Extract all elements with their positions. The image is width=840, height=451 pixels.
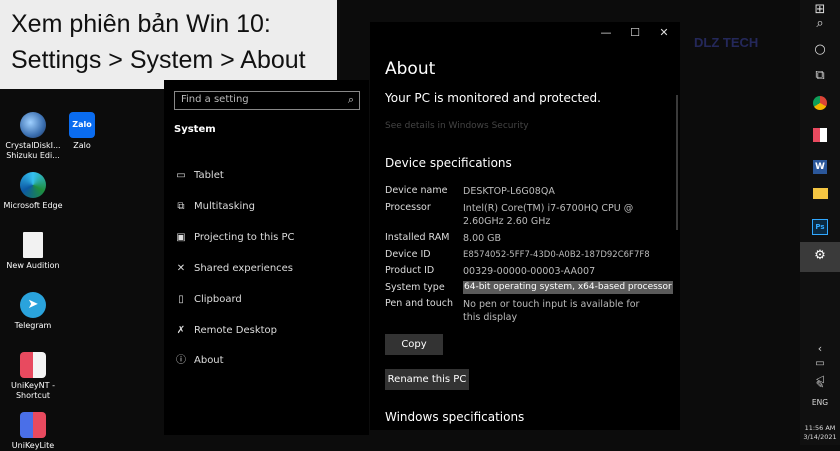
windows-security-link[interactable]: See details in Windows Security xyxy=(385,121,529,131)
caption-line-2: Settings > System > About xyxy=(11,46,306,74)
desktop-icon-unikey-shortcut[interactable]: UniKeyNT - Shortcut xyxy=(2,352,64,401)
desktop-icon-label: New Audition xyxy=(6,261,60,270)
clock-time: 11:56 AM xyxy=(804,424,836,432)
maximize-icon[interactable]: ☐ xyxy=(625,26,645,39)
watermark: DLZ TECH xyxy=(694,35,759,50)
desktop-icon-label: UniKeyNT - Shortcut xyxy=(11,381,55,400)
spec-value: E8574052-5FF7-43D0-A0B2-187D92C6F7F8 xyxy=(463,250,650,260)
spec-label: System type xyxy=(385,282,445,293)
file-explorer-icon[interactable] xyxy=(800,188,840,203)
spec-value: Intel(R) Core(TM) i7-6700HQ CPU @ 2.60GH… xyxy=(463,203,634,227)
close-icon[interactable]: ✕ xyxy=(654,26,674,39)
clock[interactable]: 11:56 AM 3/14/2021 xyxy=(800,424,840,442)
spec-label: Installed RAM xyxy=(385,232,450,243)
spec-label: Device name xyxy=(385,185,448,196)
rename-pc-button[interactable]: Rename this PC xyxy=(385,369,469,390)
nav-item-about[interactable]: ⓘ About xyxy=(174,351,224,371)
windows-start-icon[interactable]: ⊞ xyxy=(800,2,840,17)
page-title: About xyxy=(385,59,436,79)
spec-value: No pen or touch input is available for t… xyxy=(463,299,640,323)
zalo-icon: Zalo xyxy=(69,112,95,138)
pen-icon[interactable]: ✎ xyxy=(800,380,840,391)
unikey-icon xyxy=(20,352,46,378)
remote-icon: ✗ xyxy=(176,325,186,336)
desktop-icon-label: Zalo xyxy=(73,141,91,150)
unikey-taskbar-icon[interactable] xyxy=(800,128,840,146)
crystaldisk-icon xyxy=(20,112,46,138)
desktop-icon-unikeylite[interactable]: UniKeyLite xyxy=(2,412,64,451)
spec-value: 00329-00000-00003-AA007 xyxy=(463,266,596,277)
nav-item-tablet[interactable]: ▭ Tablet xyxy=(174,166,224,186)
desktop-icon-label: Microsoft Edge xyxy=(3,201,63,210)
windows-specs-heading: Windows specifications xyxy=(385,410,525,424)
search-input[interactable]: Find a setting ⌕ xyxy=(174,91,360,110)
chrome-icon[interactable] xyxy=(800,96,840,114)
nav-item-remote-desktop[interactable]: ✗ Remote Desktop xyxy=(174,321,277,341)
minimize-icon[interactable]: — xyxy=(596,26,616,39)
multitasking-icon: ⧉ xyxy=(177,201,185,212)
desktop-icon-edge[interactable]: Microsoft Edge xyxy=(2,172,64,211)
shared-icon: ✕ xyxy=(176,263,186,274)
desktop-icon-new-audition[interactable]: New Audition xyxy=(2,232,64,271)
chevron-up-icon[interactable]: ‹ xyxy=(800,342,840,355)
desktop-icon-zalo[interactable]: Zalo Zalo xyxy=(51,112,113,151)
document-icon xyxy=(23,232,43,258)
task-view-icon[interactable]: ⧉ xyxy=(800,68,840,83)
protection-status: Your PC is monitored and protected. xyxy=(385,91,601,105)
nav-item-multitasking[interactable]: ⧉ Multitasking xyxy=(174,197,255,217)
scrollbar[interactable] xyxy=(676,95,678,230)
clock-date: 3/14/2021 xyxy=(803,433,837,441)
nav-item-shared-experiences[interactable]: ✕ Shared experiences xyxy=(174,259,293,279)
gear-icon: ⚙ xyxy=(814,248,826,263)
word-icon[interactable]: W xyxy=(800,158,840,174)
language-indicator[interactable]: ENG xyxy=(800,398,840,407)
telegram-icon: ➤ xyxy=(20,292,46,318)
device-specs-heading: Device specifications xyxy=(385,156,512,170)
nav-item-clipboard[interactable]: ▯ Clipboard xyxy=(174,290,242,310)
projecting-icon: ▣ xyxy=(176,232,186,243)
tablet-icon: ▭ xyxy=(176,170,186,181)
search-icon[interactable]: ⌕ xyxy=(800,16,840,31)
network-icon[interactable]: ▭ xyxy=(800,358,840,369)
spec-value-highlighted: 64-bit operating system, x64-based proce… xyxy=(463,281,673,294)
spec-label: Pen and touch xyxy=(385,298,453,309)
desktop-icon-label: Telegram xyxy=(14,321,52,330)
caption-box: Xem phiên bản Win 10: Settings > System … xyxy=(0,0,337,89)
spec-value: DESKTOP-L6G08QA xyxy=(463,186,555,197)
info-icon: ⓘ xyxy=(176,355,186,366)
desktop-icon-telegram[interactable]: ➤ Telegram xyxy=(2,292,64,331)
unikey-icon xyxy=(20,412,46,438)
desktop-icon-label: UniKeyLite xyxy=(11,441,55,450)
spec-label: Product ID xyxy=(385,265,435,276)
search-placeholder: Find a setting xyxy=(181,94,249,105)
section-title: System xyxy=(174,124,216,135)
search-icon: ⌕ xyxy=(347,93,354,106)
copy-button[interactable]: Copy xyxy=(385,334,443,355)
spec-value: 8.00 GB xyxy=(463,233,502,244)
cortana-icon[interactable]: ○ xyxy=(800,42,840,57)
spec-label: Device ID xyxy=(385,249,431,260)
edge-icon xyxy=(20,172,46,198)
nav-item-projecting[interactable]: ▣ Projecting to this PC xyxy=(174,228,294,248)
photoshop-icon[interactable]: Ps xyxy=(800,218,840,235)
spec-label: Processor xyxy=(385,202,431,213)
clipboard-icon: ▯ xyxy=(178,294,184,305)
caption-line-1: Xem phiên bản Win 10: xyxy=(11,10,271,38)
